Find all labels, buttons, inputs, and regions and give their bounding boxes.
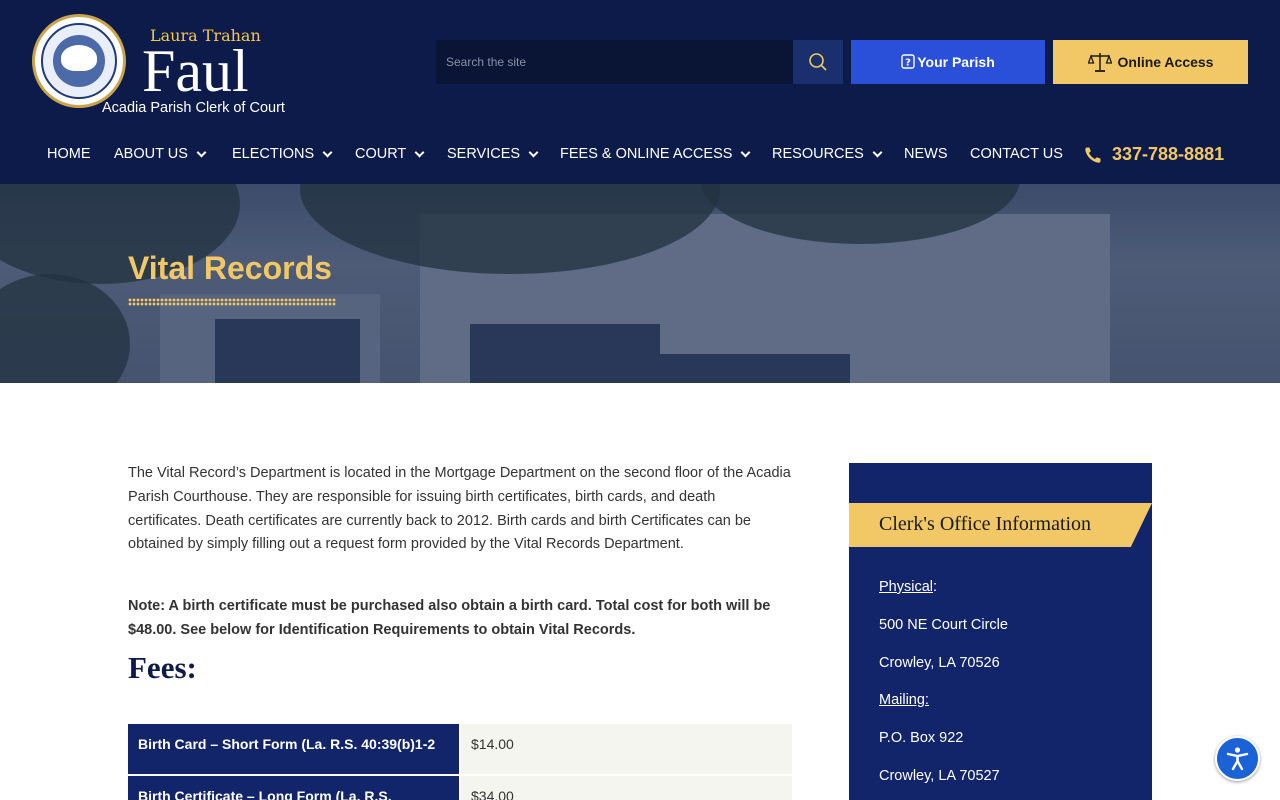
table-row: Birth Certificate – Long Form (La. R.S. … bbox=[128, 776, 792, 800]
phone-icon bbox=[1085, 147, 1101, 163]
nav-about-us[interactable]: ABOUT US bbox=[114, 146, 207, 162]
nav-elections[interactable]: ELECTIONS bbox=[232, 146, 333, 162]
title-dotted-underline bbox=[128, 298, 336, 306]
your-parish-label: Your Parish bbox=[917, 54, 995, 70]
nav-elections-label: ELECTIONS bbox=[232, 146, 315, 162]
physical-address-line2: Crowley, LA 70526 bbox=[879, 655, 1000, 671]
nav-home-label: HOME bbox=[47, 146, 91, 162]
nav-resources[interactable]: RESOURCES bbox=[772, 146, 883, 162]
phone-number: 337-788-8881 bbox=[1112, 144, 1225, 164]
physical-colon: : bbox=[933, 579, 938, 595]
nav-services-label: SERVICES bbox=[447, 146, 521, 162]
site-header: Laura Trahan Faul Acadia Parish Clerk of… bbox=[0, 0, 1280, 184]
accessibility-icon bbox=[1226, 747, 1249, 771]
online-access-button[interactable]: Online Access bbox=[1053, 40, 1248, 84]
note-paragraph: Note: A birth certificate must be purcha… bbox=[128, 598, 771, 638]
fee-value: $34.00 bbox=[461, 776, 792, 800]
nav-news[interactable]: NEWS bbox=[904, 146, 948, 162]
mailing-address-line2: Crowley, LA 70527 bbox=[879, 768, 1000, 784]
intro-paragraph: The Vital Record’s Department is located… bbox=[128, 465, 791, 553]
question-icon: ? bbox=[901, 54, 915, 69]
nav-news-label: NEWS bbox=[904, 146, 948, 162]
nav-court-label: COURT bbox=[355, 146, 407, 162]
pelican-icon bbox=[61, 45, 97, 71]
chevron-down-icon bbox=[414, 147, 425, 157]
chevron-down-icon bbox=[196, 147, 207, 157]
hero-banner: Vital Records bbox=[0, 184, 1280, 383]
nav-home[interactable]: HOME bbox=[47, 146, 91, 162]
logo-subtitle: Acadia Parish Clerk of Court bbox=[102, 100, 285, 116]
table-row: Birth Card – Short Form (La. R.S. 40:39(… bbox=[128, 724, 792, 774]
your-parish-button[interactable]: ? Your Parish bbox=[851, 40, 1045, 84]
fees-heading: Fees: bbox=[128, 650, 197, 685]
nav-contact-us[interactable]: CONTACT US bbox=[970, 146, 1063, 162]
chevron-down-icon bbox=[872, 147, 883, 157]
search-icon bbox=[809, 53, 827, 71]
chevron-down-icon bbox=[741, 147, 751, 157]
sidebar-title: Clerk's Office Information bbox=[879, 513, 1092, 535]
nav-fees-online-access[interactable]: FEES & ONLINE ACCESS bbox=[560, 146, 751, 162]
fee-value: $14.00 bbox=[461, 724, 792, 774]
fee-label: Birth Certificate – Long Form (La. R.S. bbox=[128, 776, 459, 800]
nav-about-us-label: ABOUT US bbox=[114, 146, 188, 162]
logo-last-name[interactable]: Faul bbox=[142, 38, 249, 104]
physical-address-line1: 500 NE Court Circle bbox=[879, 617, 1008, 633]
physical-label: Physical bbox=[879, 579, 933, 595]
nav-court[interactable]: COURT bbox=[355, 146, 425, 162]
state-seal-logo[interactable] bbox=[32, 14, 126, 108]
svg-text:?: ? bbox=[905, 58, 911, 69]
online-access-label: Online Access bbox=[1117, 54, 1214, 70]
fee-label: Birth Card – Short Form (La. R.S. 40:39(… bbox=[128, 724, 459, 774]
nav-resources-label: RESOURCES bbox=[772, 146, 864, 162]
mailing-address-line1: P.O. Box 922 bbox=[879, 730, 964, 746]
accessibility-button[interactable] bbox=[1215, 736, 1260, 781]
search-input[interactable] bbox=[436, 40, 794, 84]
chevron-down-icon bbox=[528, 147, 539, 157]
sidebar-title-banner: Clerk's Office Information bbox=[849, 503, 1152, 547]
chevron-down-icon bbox=[322, 147, 333, 157]
physical-heading: Physical: bbox=[879, 579, 937, 595]
scales-of-justice-icon bbox=[1087, 53, 1112, 72]
search-button[interactable] bbox=[793, 40, 843, 84]
nav-fees-label: FEES & ONLINE ACCESS bbox=[560, 146, 733, 162]
phone-link[interactable]: 337-788-8881 bbox=[1084, 144, 1224, 165]
mailing-label: Mailing: bbox=[879, 692, 929, 708]
nav-services[interactable]: SERVICES bbox=[447, 146, 539, 162]
page-title: Vital Records bbox=[128, 250, 332, 286]
nav-contact-us-label: CONTACT US bbox=[970, 146, 1063, 162]
